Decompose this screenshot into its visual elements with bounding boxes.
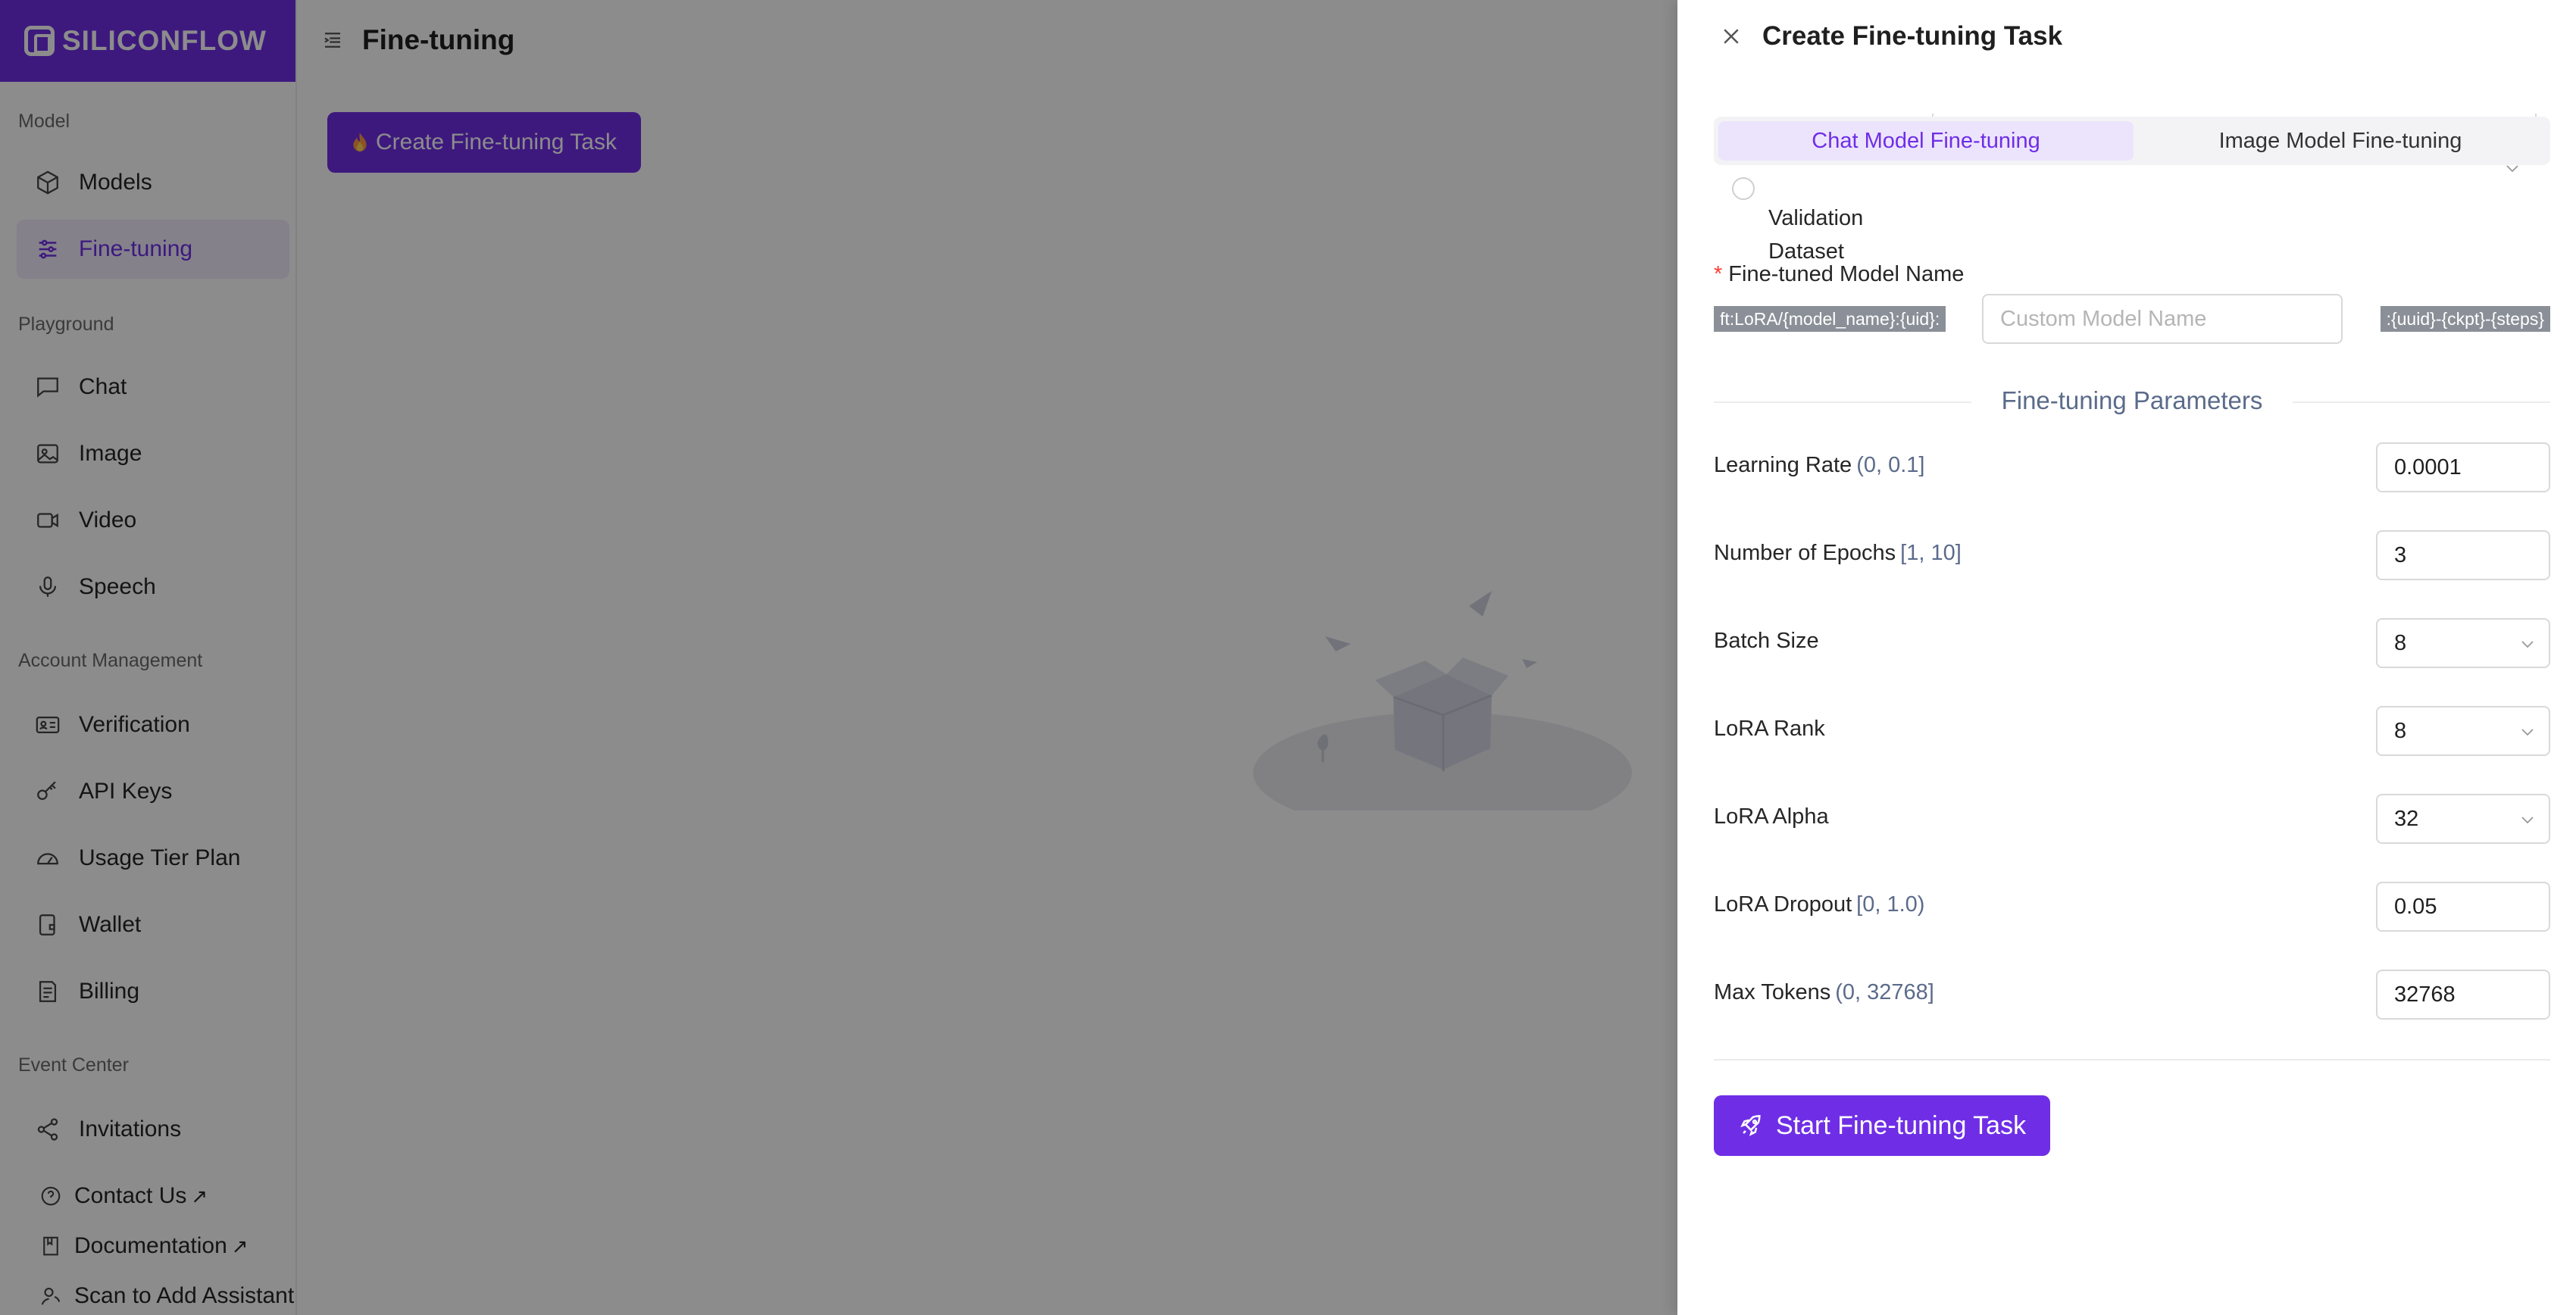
max-tokens-input[interactable] — [2376, 970, 2550, 1020]
footer-divider — [1714, 1059, 2550, 1060]
param-label: LoRA Alpha — [1714, 804, 1829, 829]
param-label: Learning Rate (0, 0.1] — [1714, 453, 1924, 478]
param-range: (0, 32768] — [1835, 980, 1934, 1004]
validation-dataset-radio[interactable] — [1732, 177, 1755, 200]
validation-dataset-label: Validation Dataset — [1768, 206, 1864, 264]
param-name: Number of Epochs — [1714, 541, 1896, 565]
param-lora-dropout: LoRA Dropout [0, 1.0) — [1714, 882, 2550, 932]
select-value: 32 — [2394, 806, 2419, 831]
param-name: LoRA Alpha — [1714, 804, 1829, 829]
param-max-tokens: Max Tokens (0, 32768] — [1714, 970, 2550, 1020]
epochs-input[interactable] — [2376, 530, 2550, 580]
param-label: LoRA Dropout [0, 1.0) — [1714, 892, 1924, 917]
custom-model-name-input[interactable] — [1982, 294, 2343, 344]
model-name-label-text: Fine-tuned Model Name — [1728, 262, 1965, 286]
select-value: 8 — [2394, 718, 2407, 743]
model-name-row: ft:LoRA/{model_name}:{uid}: :{uuid}-{ckp… — [1714, 294, 2550, 344]
param-name: Max Tokens — [1714, 980, 1831, 1004]
param-name: LoRA Rank — [1714, 717, 1825, 741]
rocket-icon — [1740, 1114, 1761, 1136]
param-label: Batch Size — [1714, 629, 1819, 654]
start-fine-tuning-button[interactable]: Start Fine-tuning Task — [1714, 1095, 2051, 1156]
learning-rate-input[interactable] — [2376, 442, 2550, 492]
params-divider: Fine-tuning Parameters — [1714, 386, 2550, 417]
lora-rank-select[interactable]: 8 — [2376, 706, 2550, 756]
model-name-label: * Fine-tuned Model Name — [1714, 262, 1964, 287]
create-task-drawer: Create Fine-tuning Task Validation Datas… — [1677, 0, 2576, 1315]
param-range: (0, 0.1] — [1856, 453, 1925, 477]
required-mark: * — [1714, 262, 1723, 286]
batch-size-select[interactable]: 8 — [2376, 618, 2550, 668]
params-title: Fine-tuning Parameters — [1980, 386, 2284, 414]
param-label: LoRA Rank — [1714, 717, 1825, 742]
chevron-down-icon — [2521, 817, 2534, 824]
modal-overlay[interactable] — [0, 0, 1677, 1315]
select-value: 8 — [2394, 630, 2407, 655]
chevron-down-icon — [2521, 729, 2534, 736]
drawer-header: Create Fine-tuning Task — [1720, 21, 2062, 52]
start-button-label: Start Fine-tuning Task — [1776, 1110, 2027, 1140]
tab-chat-model[interactable]: Chat Model Fine-tuning — [1718, 121, 2134, 161]
param-lora-alpha: LoRA Alpha 32 — [1714, 794, 2550, 844]
param-batch-size: Batch Size 8 — [1714, 618, 2550, 668]
param-range: [1, 10] — [1900, 541, 1962, 565]
param-learning-rate: Learning Rate (0, 0.1] — [1714, 442, 2550, 492]
model-type-tabs: Chat Model Fine-tuning Image Model Fine-… — [1714, 117, 2550, 165]
chevron-down-icon — [2521, 641, 2534, 648]
lora-alpha-select[interactable]: 32 — [2376, 794, 2550, 844]
model-name-suffix: :{uuid}-{ckpt}-{steps} — [2380, 306, 2550, 332]
param-range: [0, 1.0) — [1856, 892, 1925, 917]
param-name: LoRA Dropout — [1714, 892, 1852, 917]
close-icon[interactable] — [1720, 25, 1743, 48]
param-lora-rank: LoRA Rank 8 — [1714, 706, 2550, 756]
param-label: Number of Epochs [1, 10] — [1714, 541, 1962, 566]
model-name-prefix: ft:LoRA/{model_name}:{uid}: — [1714, 306, 1946, 332]
param-name: Batch Size — [1714, 629, 1819, 653]
lora-dropout-input[interactable] — [2376, 882, 2550, 932]
drawer-title: Create Fine-tuning Task — [1762, 21, 2063, 51]
param-name: Learning Rate — [1714, 453, 1852, 477]
param-number-of-epochs: Number of Epochs [1, 10] — [1714, 530, 2550, 580]
tab-image-model[interactable]: Image Model Fine-tuning — [2135, 121, 2546, 161]
param-label: Max Tokens (0, 32768] — [1714, 980, 1934, 1005]
params-title-wrap: Fine-tuning Parameters — [1714, 386, 2550, 415]
